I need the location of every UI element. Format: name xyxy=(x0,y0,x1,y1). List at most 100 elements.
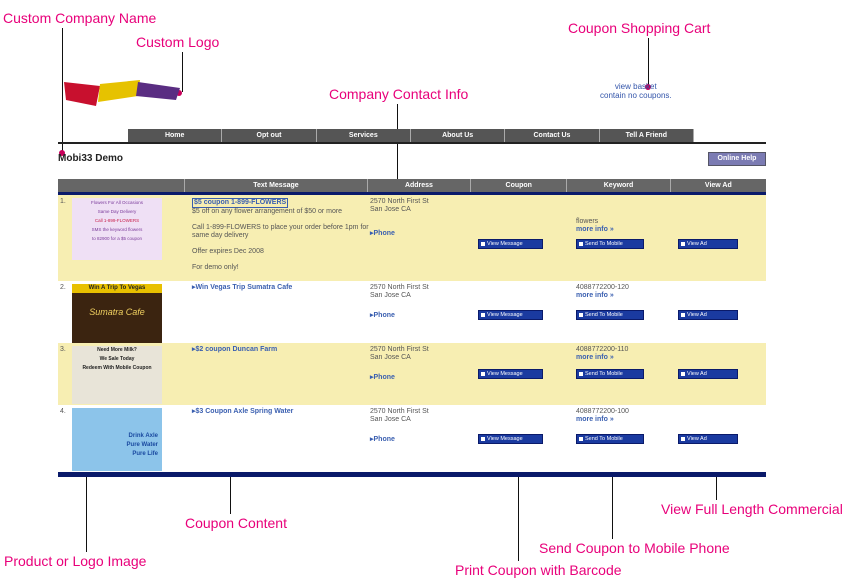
coupon-text: ▸Win Vegas Trip Sumatra Cafe xyxy=(192,284,292,292)
address: 2570 North First St San Jose CA ▸Phone xyxy=(370,408,429,444)
coupon-title: $2 coupon Duncan Farm xyxy=(195,346,278,353)
product-image: Flowers For All Occasions Same Day Deliv… xyxy=(72,198,162,260)
thumb-line: We Sale Today xyxy=(99,356,135,362)
phone-label: Phone xyxy=(373,230,395,237)
phone-link[interactable]: ▸Phone xyxy=(370,436,429,444)
address-line: 2570 North First St xyxy=(370,198,429,205)
phone-link[interactable]: ▸Phone xyxy=(370,312,429,320)
send-to-mobile-button[interactable]: Send To Mobile xyxy=(576,434,644,444)
table-header: Text Message Address Coupon Keyword View… xyxy=(58,179,766,192)
shopping-cart[interactable]: view basket contain no coupons. xyxy=(600,82,672,100)
keyword: 4088772200-100 more info » xyxy=(576,408,629,424)
custom-logo xyxy=(64,80,180,106)
more-info-link[interactable]: more info » xyxy=(576,292,629,300)
header-address: Address xyxy=(368,179,472,192)
header-image xyxy=(58,179,186,192)
annotation-company-name: Custom Company Name xyxy=(3,10,157,26)
row-number: 4. xyxy=(60,408,66,415)
coupon-text: $5 coupon 1-899-FLOWERS $5 off on any fl… xyxy=(192,198,370,272)
nav-tell-a-friend[interactable]: Tell A Friend xyxy=(600,129,694,143)
coupon-body: Offer expires Dec 2008 xyxy=(192,248,264,255)
phone-link[interactable]: ▸Phone xyxy=(370,230,429,238)
keyword-value: 4088772200-110 xyxy=(576,346,629,353)
annotation-view-ad: View Full Length Commercial xyxy=(661,501,843,517)
leader-cart xyxy=(648,38,649,86)
address-line: 2570 North First St xyxy=(370,284,429,291)
coupon-title-link[interactable]: ▸$3 Coupon Axle Spring Water xyxy=(192,408,293,416)
coupon-title-link[interactable]: ▸Win Vegas Trip Sumatra Cafe xyxy=(192,284,292,292)
keyword: flowers more info » xyxy=(576,218,614,234)
send-to-mobile-button[interactable]: Send To Mobile xyxy=(576,369,644,379)
annotation-send-coupon: Send Coupon to Mobile Phone xyxy=(539,540,730,556)
thumb-line: to 82900 for a $5 coupon xyxy=(91,236,143,241)
thumb-line: Sumatra Cafe xyxy=(89,307,145,317)
view-message-button[interactable]: View Message xyxy=(478,239,543,249)
view-message-button[interactable]: View Message xyxy=(478,434,543,444)
annotation-cart: Coupon Shopping Cart xyxy=(568,20,711,36)
row-number: 2. xyxy=(60,284,66,291)
thumb-line: Drink Axle xyxy=(128,433,158,439)
more-info-link[interactable]: more info » xyxy=(576,226,614,234)
phone-label: Phone xyxy=(373,374,395,381)
product-image: Drink Axle Pure Water Pure Life xyxy=(72,408,162,471)
phone-link[interactable]: ▸Phone xyxy=(370,374,429,382)
keyword: 4088772200-120 more info » xyxy=(576,284,629,300)
header-text-message: Text Message xyxy=(185,179,368,192)
address: 2570 North First St San Jose CA ▸Phone xyxy=(370,284,429,320)
phone-label: Phone xyxy=(373,436,395,443)
view-ad-button[interactable]: View Ad xyxy=(678,239,738,249)
more-info-link[interactable]: more info » xyxy=(576,416,629,424)
thumb-line: Call 1-899-FLOWERS xyxy=(94,218,140,223)
annotation-logo: Custom Logo xyxy=(136,34,220,50)
send-to-mobile-button[interactable]: Send To Mobile xyxy=(576,310,644,320)
nav-home[interactable]: Home xyxy=(128,129,223,143)
nav-about-us[interactable]: About Us xyxy=(411,129,506,143)
address-line: San Jose CA xyxy=(370,292,411,299)
view-ad-button[interactable]: View Ad xyxy=(678,369,738,379)
cart-line1: view basket xyxy=(614,82,657,91)
send-to-mobile-button[interactable]: Send To Mobile xyxy=(576,239,644,249)
nav-opt-out[interactable]: Opt out xyxy=(222,129,317,143)
address-line: 2570 North First St xyxy=(370,346,429,353)
table-row: 4. Drink Axle Pure Water Pure Life ▸$3 C… xyxy=(58,405,766,472)
coupon-body: For demo only! xyxy=(192,264,239,271)
product-image: Need More Milk? We Sale Today Redeem Wit… xyxy=(72,346,162,404)
annotation-print-coupon: Print Coupon with Barcode xyxy=(455,562,622,578)
more-info-link[interactable]: more info » xyxy=(576,354,628,362)
annotation-product-image: Product or Logo Image xyxy=(4,553,147,569)
keyword-value: 4088772200-120 xyxy=(576,284,629,291)
address: 2570 North First St San Jose CA ▸Phone xyxy=(370,198,429,238)
view-ad-button[interactable]: View Ad xyxy=(678,310,738,320)
header-keyword: Keyword xyxy=(567,179,671,192)
view-ad-button[interactable]: View Ad xyxy=(678,434,738,444)
thumb-line: Need More Milk? xyxy=(97,347,137,353)
view-message-button[interactable]: View Message xyxy=(478,310,543,320)
thumb-line: Flowers For All Occasions xyxy=(90,200,143,205)
nav-bar: Home Opt out Services About Us Contact U… xyxy=(128,129,694,143)
coupon-title-link[interactable]: ▸$2 coupon Duncan Farm xyxy=(192,346,277,354)
online-help-button[interactable]: Online Help xyxy=(708,152,766,166)
nav-services[interactable]: Services xyxy=(317,129,411,143)
coupon-title: $3 Coupon Axle Spring Water xyxy=(195,408,294,415)
coupon-body: Call 1-899-FLOWERS to place your order b… xyxy=(192,224,369,239)
product-image: Win A Trip To Vegas Sumatra Cafe xyxy=(72,284,162,344)
thumb-line: Pure Life xyxy=(132,451,158,457)
row-number: 1. xyxy=(60,198,66,205)
coupon-table: Text Message Address Coupon Keyword View… xyxy=(58,179,766,477)
table-row: 1. Flowers For All Occasions Same Day De… xyxy=(58,195,766,281)
annotation-coupon-content: Coupon Content xyxy=(185,515,287,531)
address-line: 2570 North First St xyxy=(370,408,429,415)
coupon-body: $5 off on any flower arrangement of $50 … xyxy=(192,208,343,215)
nav-contact-us[interactable]: Contact Us xyxy=(505,129,600,143)
coupon-title-link[interactable]: $5 coupon 1-899-FLOWERS xyxy=(192,198,289,208)
thumb-line: Same Day Delivery xyxy=(97,209,137,214)
view-message-button[interactable]: View Message xyxy=(478,369,543,379)
header-coupon: Coupon xyxy=(471,179,568,192)
row-number: 3. xyxy=(60,346,66,353)
address-line: San Jose CA xyxy=(370,416,411,423)
divider xyxy=(58,142,766,144)
table-row: 3. Need More Milk? We Sale Today Redeem … xyxy=(58,343,766,405)
coupon-title: Win Vegas Trip Sumatra Cafe xyxy=(195,284,293,291)
keyword-value: 4088772200-100 xyxy=(576,408,629,415)
annotation-contact: Company Contact Info xyxy=(329,86,469,102)
